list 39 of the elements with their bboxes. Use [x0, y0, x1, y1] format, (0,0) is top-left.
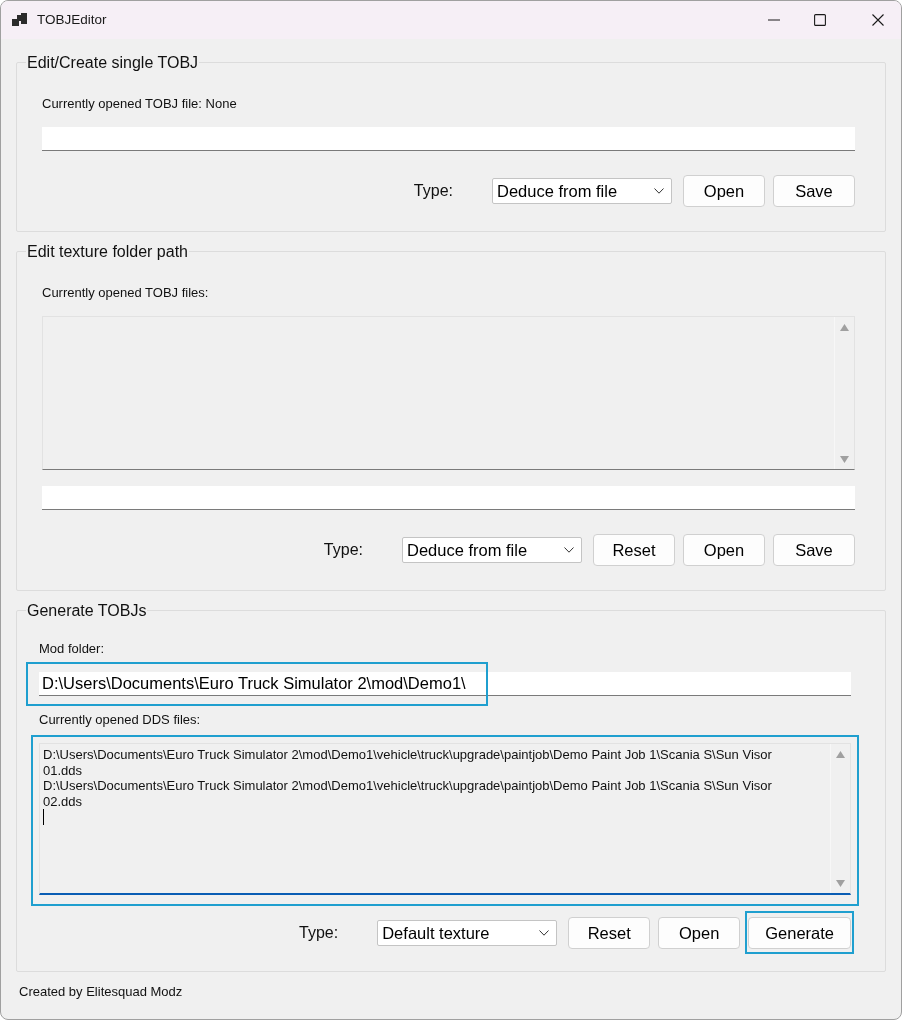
- group-title: Edit texture folder path: [26, 242, 189, 261]
- action-button[interactable]: Open: [683, 175, 765, 207]
- type-label: Type:: [299, 923, 339, 943]
- chevron-down-icon: [539, 930, 550, 936]
- file-path-text: D:\Users\Documents\Euro Truck Simulator 2\mod\Demo1\vehicle\truck\upgrade\paintjob\Demo Paint Job 1\Scania S\Sun Visor 02.dds: [43, 778, 773, 809]
- text-cursor: [43, 809, 44, 825]
- window-title: TOBJEditor: [37, 10, 107, 29]
- action-button[interactable]: Reset: [568, 917, 651, 949]
- type-label: Type:: [323, 540, 363, 560]
- field-label: Mod folder:: [39, 641, 106, 656]
- group-title: Edit/Create single TOBJ: [26, 53, 200, 72]
- scroll-up-arrow-icon[interactable]: [836, 751, 845, 758]
- type-label: Type:: [413, 181, 453, 201]
- app-icon: [12, 13, 27, 27]
- maximize-icon[interactable]: [814, 14, 826, 26]
- credit-text: Created by Elitesquad Modz: [18, 983, 184, 1001]
- type-dropdown[interactable]: Deduce from file: [492, 178, 672, 204]
- scroll-up-arrow-icon[interactable]: [840, 324, 849, 331]
- field-label: Currently opened DDS files:: [39, 712, 202, 727]
- action-button[interactable]: Generate: [748, 917, 851, 949]
- field-label: Currently opened TOBJ file: None: [42, 96, 238, 111]
- action-button[interactable]: Save: [773, 534, 855, 566]
- text-field[interactable]: [42, 486, 855, 510]
- type-dropdown[interactable]: Default texture: [377, 920, 558, 946]
- action-button[interactable]: Save: [773, 175, 855, 207]
- path-field[interactable]: D:\Users\Documents\Euro Truck Simulator 2\mod\Demo1\: [39, 672, 851, 696]
- scroll-down-arrow-icon[interactable]: [836, 880, 845, 887]
- chevron-down-icon: [564, 547, 574, 553]
- field-label: Currently opened TOBJ files:: [42, 285, 210, 300]
- chevron-down-icon: [654, 188, 664, 194]
- type-dropdown[interactable]: Deduce from file: [402, 537, 582, 563]
- action-button[interactable]: Open: [658, 917, 741, 949]
- group-title: Generate TOBJs: [26, 601, 148, 620]
- action-button[interactable]: Reset: [593, 534, 675, 566]
- text-field[interactable]: [42, 127, 855, 151]
- action-button[interactable]: Open: [683, 534, 765, 566]
- file-path-text: D:\Users\Documents\Euro Truck Simulator 2\mod\Demo1\vehicle\truck\upgrade\paintjob\Demo Paint Job 1\Scania S\Sun Visor 01.dds: [43, 747, 773, 778]
- close-icon[interactable]: [872, 14, 884, 26]
- scroll-down-arrow-icon[interactable]: [840, 456, 849, 463]
